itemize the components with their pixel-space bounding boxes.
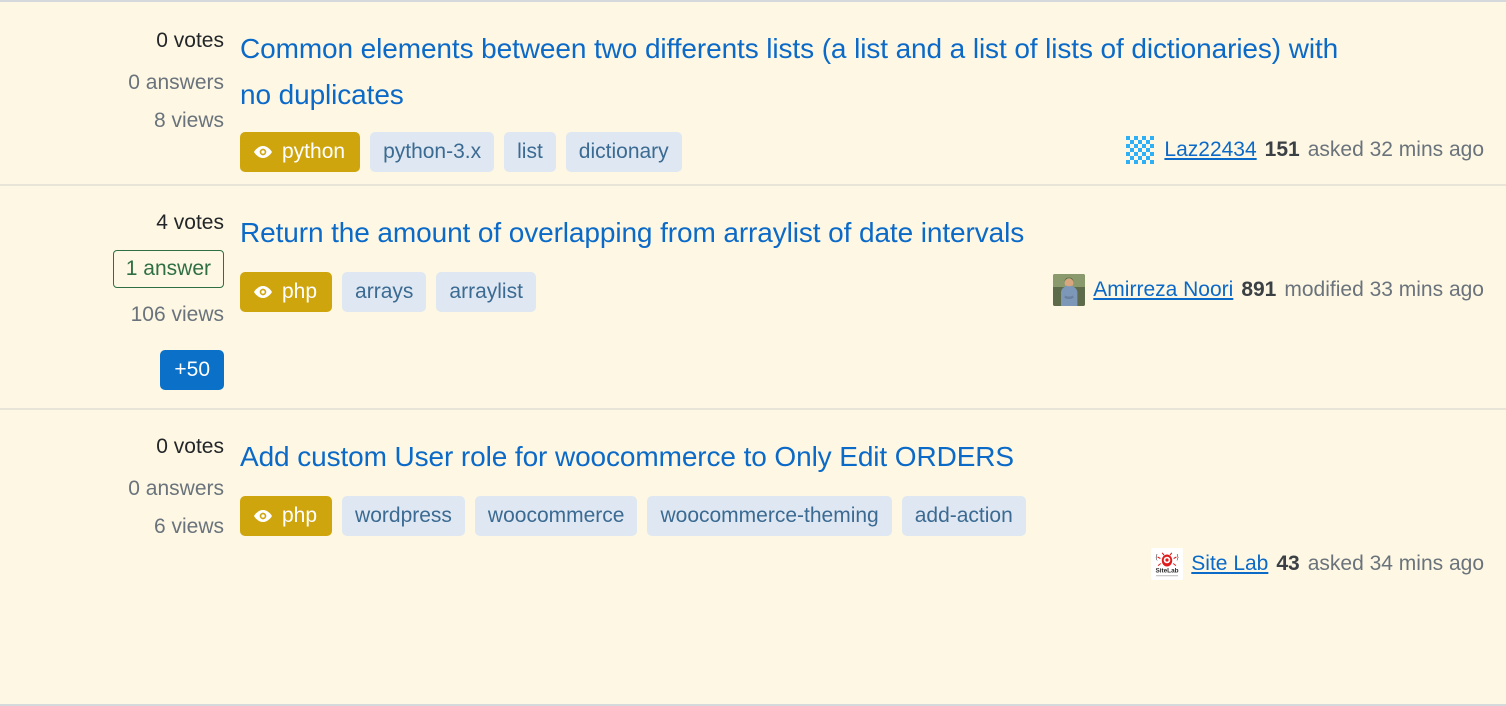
tag-list[interactable]: list [504, 132, 556, 172]
user-row: { } SiteLab Site Lab 43 asked 34 mins ag… [240, 548, 1484, 580]
vote-count: 0 votes [156, 435, 224, 458]
user-card: { } SiteLab Site Lab 43 asked 34 mins ag… [1151, 548, 1484, 580]
user-action-time: asked 32 mins ago [1307, 138, 1484, 161]
question-content: Add custom User role for woocommerce to … [240, 432, 1484, 580]
bounty-badge: +50 [160, 350, 224, 390]
question-stats: 0 votes 0 answers 6 views [22, 432, 240, 550]
vote-count: 4 votes [156, 211, 224, 234]
view-count: 6 views [153, 515, 224, 538]
avatar[interactable]: { } SiteLab [1151, 548, 1184, 580]
answer-count: 0 answers [128, 71, 224, 94]
eye-icon [253, 506, 273, 526]
eye-icon [253, 282, 273, 302]
tag-python-3-x[interactable]: python-3.x [370, 132, 495, 172]
question-title-link[interactable]: Return the amount of overlapping from ar… [240, 210, 1350, 256]
question-summary: 0 votes 0 answers 8 views Common element… [0, 2, 1506, 186]
answer-count: 0 answers [128, 477, 224, 500]
tag-arrays[interactable]: arrays [342, 272, 427, 312]
user-name-link[interactable]: Laz22434 [1164, 136, 1256, 164]
tag-label: python [282, 140, 346, 163]
svg-text:SiteLab: SiteLab [1156, 568, 1179, 575]
question-content: Return the amount of overlapping from ar… [240, 208, 1484, 312]
user-name-link[interactable]: Amirreza Noori [1093, 276, 1233, 304]
tag-dictionary[interactable]: dictionary [565, 132, 682, 172]
question-title-link[interactable]: Add custom User role for woocommerce to … [240, 434, 1350, 480]
question-stats: 4 votes 1 answer 106 views +50 [22, 208, 240, 390]
tag-woocommerce-theming[interactable]: woocommerce-theming [647, 496, 892, 536]
user-card: Laz22434 151 asked 32 mins ago [1124, 134, 1484, 166]
tag-php[interactable]: php [240, 496, 333, 536]
question-summary: 0 votes 0 answers 6 views Add custom Use… [0, 410, 1506, 598]
user-reputation: 43 [1276, 552, 1300, 575]
user-row: Amirreza Noori 891 modified 33 mins ago [240, 274, 1484, 306]
tag-add-action[interactable]: add-action [901, 496, 1026, 536]
user-action-time: modified 33 mins ago [1284, 278, 1484, 301]
user-card: Amirreza Noori 891 modified 33 mins ago [1053, 274, 1484, 306]
eye-icon [253, 142, 273, 162]
view-count: 106 views [130, 303, 224, 326]
tag-python[interactable]: python [240, 132, 361, 172]
user-reputation: 891 [1241, 278, 1277, 301]
question-stats: 0 votes 0 answers 8 views [22, 26, 240, 144]
user-reputation: 151 [1264, 138, 1300, 161]
tag-woocommerce[interactable]: woocommerce [474, 496, 638, 536]
avatar[interactable] [1124, 134, 1157, 166]
question-content: Common elements between two differents l… [240, 26, 1484, 172]
view-count: 8 views [153, 109, 224, 132]
user-action-time: asked 34 mins ago [1307, 552, 1484, 575]
question-summary: 4 votes 1 answer 106 views +50 Return th… [0, 186, 1506, 410]
svg-text:}: } [1176, 553, 1179, 561]
vote-count: 0 votes [156, 29, 224, 52]
tag-php[interactable]: php [240, 272, 333, 312]
tag-label: php [282, 280, 318, 303]
answer-count-accepted: 1 answer [112, 250, 224, 288]
avatar[interactable] [1053, 274, 1086, 306]
tag-label: php [282, 504, 318, 527]
tag-wordpress[interactable]: wordpress [342, 496, 465, 536]
tag-list: php wordpress woocommerce woocommerce-th… [240, 496, 1484, 536]
question-list: 0 votes 0 answers 8 views Common element… [0, 0, 1506, 706]
question-title-link[interactable]: Common elements between two differents l… [240, 26, 1350, 118]
tag-arraylist[interactable]: arraylist [436, 272, 536, 312]
user-name-link[interactable]: Site Lab [1191, 550, 1268, 578]
